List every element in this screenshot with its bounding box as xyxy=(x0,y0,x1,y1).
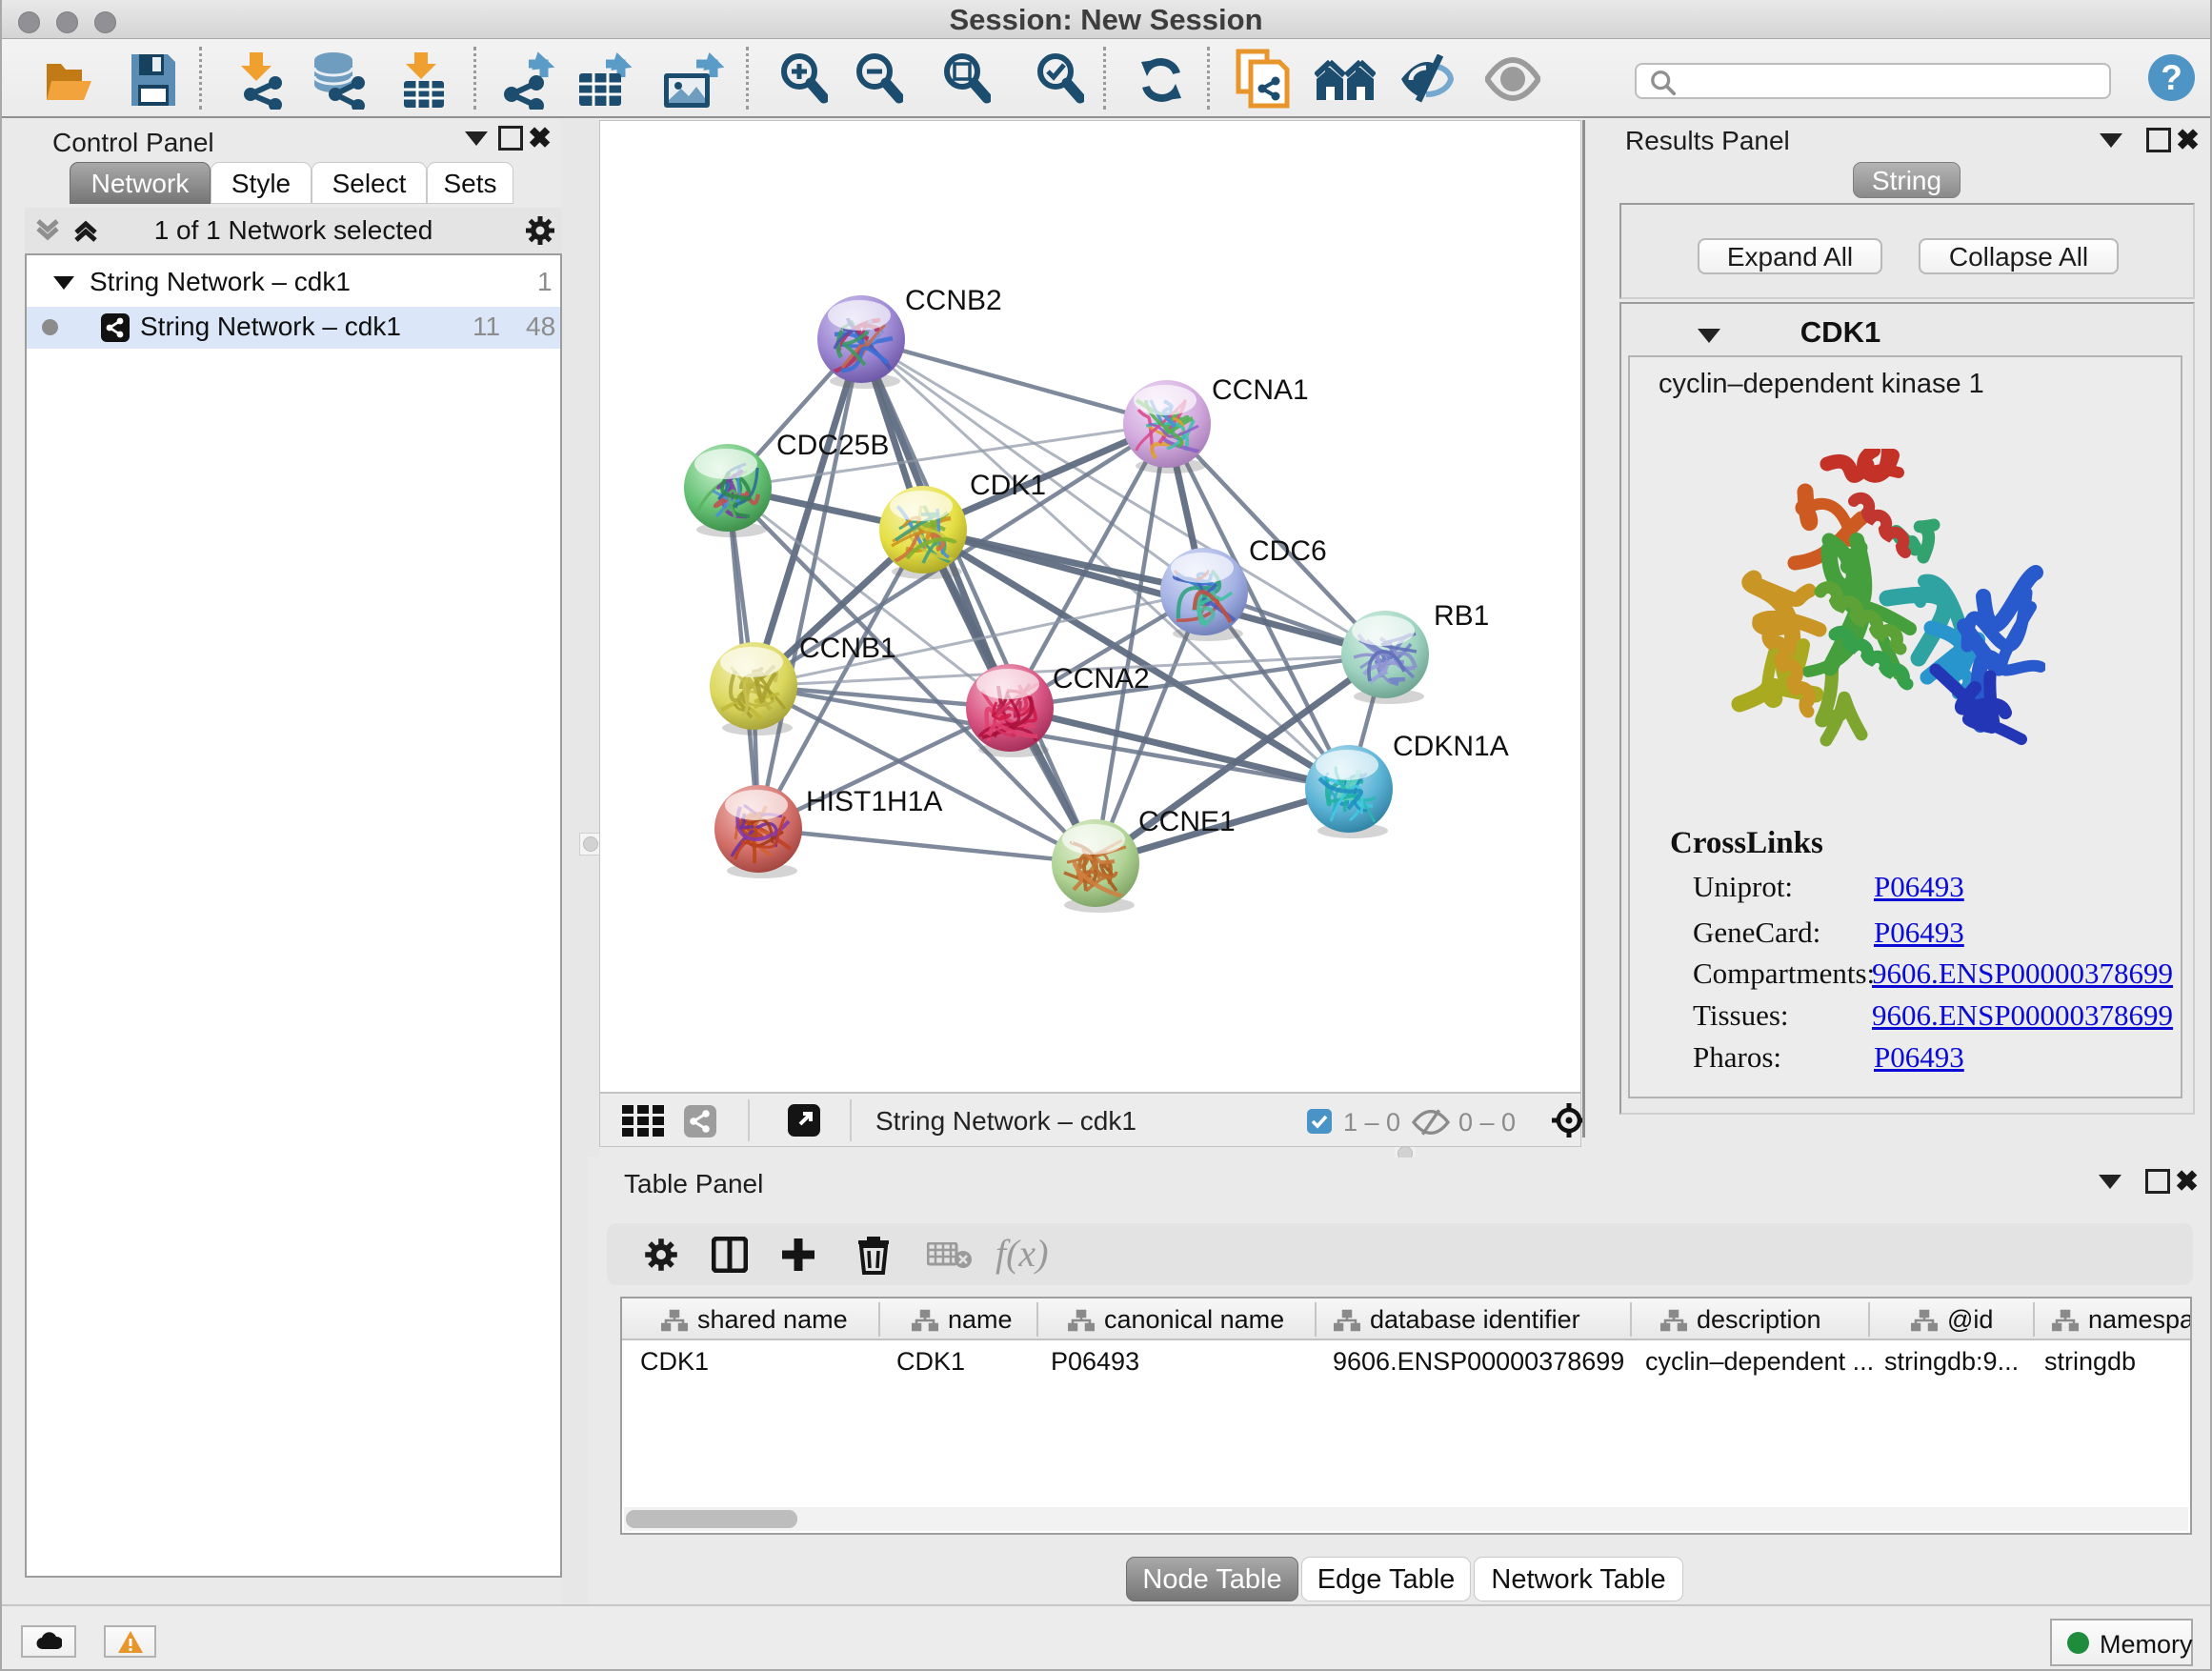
svg-text:CCNA1: CCNA1 xyxy=(1212,374,1309,406)
svg-text:HIST1H1A: HIST1H1A xyxy=(806,786,942,817)
svg-text:CCNE1: CCNE1 xyxy=(1138,806,1236,837)
svg-text:CDC25B: CDC25B xyxy=(776,430,889,461)
svg-text:RB1: RB1 xyxy=(1434,600,1489,632)
svg-text:CDK1: CDK1 xyxy=(970,470,1046,501)
svg-text:CCNB1: CCNB1 xyxy=(799,633,896,664)
svg-text:CDC6: CDC6 xyxy=(1249,535,1327,567)
svg-text:CCNB2: CCNB2 xyxy=(905,285,1002,316)
svg-text:CCNA2: CCNA2 xyxy=(1053,663,1150,695)
svg-text:CDKN1A: CDKN1A xyxy=(1393,731,1509,762)
